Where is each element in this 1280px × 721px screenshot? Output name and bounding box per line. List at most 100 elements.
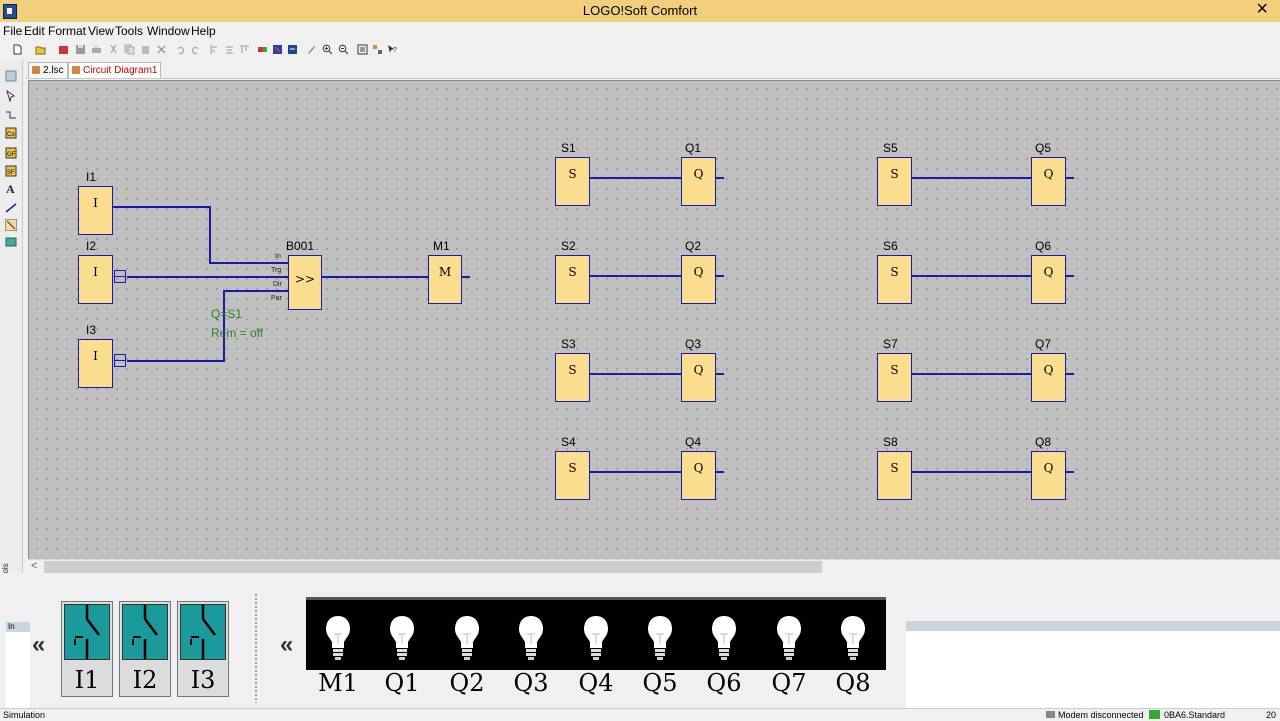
wire-flag-to-output[interactable] [590, 275, 681, 277]
simulation-tool-icon[interactable] [5, 219, 17, 231]
output-block-q6[interactable]: Q [1031, 255, 1066, 304]
constants-tool-icon[interactable]: Co [5, 127, 17, 139]
special-functions-icon[interactable]: SF [5, 165, 17, 177]
wire-output-stub [716, 275, 724, 277]
marker-block-m1[interactable]: M [428, 255, 462, 304]
output-block-q1[interactable]: Q [681, 157, 716, 206]
output-block-q3[interactable]: Q [681, 353, 716, 402]
wire-i3-to-dir[interactable] [223, 290, 288, 292]
output-block-q7[interactable]: Q [1031, 353, 1066, 402]
align-center-icon[interactable] [224, 44, 235, 55]
diagram-canvas[interactable]: I1 I I2 I I3 I B001 >> In Trg Dir Par Q=… [28, 80, 1280, 559]
flag-block-s1[interactable]: S [555, 157, 590, 206]
info-window[interactable] [906, 621, 1280, 713]
wire-flag-to-output[interactable] [912, 373, 1031, 375]
help-pointer-icon[interactable]: ? [387, 44, 398, 55]
tab-circuit-diagram1[interactable]: Circuit Diagram1 [68, 62, 162, 78]
tab-2-lsc[interactable]: 2.lsc [28, 62, 68, 78]
wire-flag-to-output[interactable] [912, 471, 1031, 473]
zoom-out-icon[interactable] [338, 44, 349, 55]
input-block-i3[interactable]: I [78, 339, 113, 388]
select-pointer-icon[interactable] [5, 90, 17, 102]
redo-icon[interactable] [190, 44, 201, 55]
circuit-file-icon [32, 66, 40, 74]
lamp-q4-icon [584, 616, 608, 660]
paste-tool-icon[interactable] [5, 70, 17, 82]
scrollbar-thumb[interactable] [44, 561, 822, 573]
wire-flag-to-output[interactable] [590, 177, 681, 179]
collapse-inputs-button[interactable]: « [32, 631, 45, 659]
counter-block-b001[interactable]: >> [288, 255, 322, 310]
online-test-tool-icon[interactable] [5, 236, 17, 248]
transfer-icon[interactable] [287, 44, 298, 55]
copy-icon[interactable] [124, 44, 135, 55]
undo-icon[interactable] [175, 44, 186, 55]
counter-parameter-text[interactable]: Q=S1 Rem = off [211, 305, 263, 343]
flag-block-s3[interactable]: S [555, 353, 590, 402]
input-block-i2[interactable]: I [78, 255, 113, 304]
input-switch-i3[interactable]: I3 [177, 601, 229, 697]
horizontal-scrollbar[interactable]: < [28, 559, 1280, 574]
zoom-in-icon[interactable] [322, 44, 333, 55]
menu-view[interactable]: View [88, 24, 114, 38]
menu-edit[interactable]: Edit [24, 24, 45, 38]
online-test-icon[interactable] [272, 44, 283, 55]
cut-connector-icon[interactable] [5, 202, 17, 214]
input-switch-i2[interactable]: I2 [119, 601, 171, 697]
menu-help[interactable]: Help [191, 24, 216, 38]
wire-flag-to-output[interactable] [912, 177, 1031, 179]
wire-flag-to-output[interactable] [912, 275, 1031, 277]
output-block-q8[interactable]: Q [1031, 451, 1066, 500]
menu-format[interactable]: Format [48, 24, 86, 38]
pin-trg: Trg [271, 267, 282, 274]
wire-flag-to-output[interactable] [590, 373, 681, 375]
wire-i1-down[interactable] [209, 206, 211, 263]
input-switch-i1[interactable]: I1 [61, 601, 113, 697]
negation-box-i2[interactable] [114, 270, 126, 283]
text-tool-icon[interactable]: A [5, 182, 17, 194]
basic-functions-icon[interactable]: GF [5, 147, 17, 159]
flag-block-s7[interactable]: S [877, 353, 912, 402]
new-file-icon[interactable] [12, 44, 23, 55]
save-icon[interactable] [75, 44, 86, 55]
align-top-icon[interactable] [239, 44, 250, 55]
fit-view-icon[interactable] [357, 44, 368, 55]
wire-i1-to-in[interactable] [209, 262, 288, 264]
wire-b001-to-m1[interactable] [321, 276, 429, 278]
flag-block-s5[interactable]: S [877, 157, 912, 206]
flag-block-s6[interactable]: S [877, 255, 912, 304]
flag-block-s4[interactable]: S [555, 451, 590, 500]
wire-i1[interactable] [113, 206, 210, 208]
flag-block-s8[interactable]: S [877, 451, 912, 500]
connector-tool-icon[interactable] [5, 109, 17, 121]
collapse-outputs-button[interactable]: « [280, 631, 293, 659]
delete-icon[interactable] [156, 44, 167, 55]
close-icon[interactable]: × [1256, 0, 1268, 21]
scroll-left-icon[interactable]: < [31, 560, 37, 572]
status-mode: Simulation [3, 710, 46, 720]
negation-box-i3[interactable] [114, 354, 126, 367]
svg-text:SF: SF [7, 170, 15, 176]
align-left-icon[interactable] [209, 44, 220, 55]
output-block-q4[interactable]: Q [681, 451, 716, 500]
print-icon[interactable] [91, 44, 102, 55]
close-file-icon[interactable] [58, 44, 69, 55]
open-folder-icon[interactable] [35, 44, 46, 55]
menu-file[interactable]: File [3, 24, 22, 38]
menu-window[interactable]: Window [147, 24, 190, 38]
output-block-q5[interactable]: Q [1031, 157, 1066, 206]
wire-flag-to-output[interactable] [590, 471, 681, 473]
tools-grid-icon[interactable] [372, 44, 383, 55]
paste-icon[interactable] [140, 44, 151, 55]
info-pane[interactable]: In [6, 622, 30, 718]
flag-block-s2[interactable]: S [555, 255, 590, 304]
menu-tools[interactable]: Tools [115, 24, 143, 38]
pin-dir: Dir [273, 281, 282, 288]
wire-i3[interactable] [127, 360, 225, 362]
input-block-i1[interactable]: I [78, 186, 113, 235]
pen-icon[interactable] [306, 44, 317, 55]
cut-icon[interactable] [108, 44, 119, 55]
simulation-icon[interactable] [257, 44, 268, 55]
output-block-q2[interactable]: Q [681, 255, 716, 304]
wire-i2-to-trg[interactable] [127, 276, 288, 278]
